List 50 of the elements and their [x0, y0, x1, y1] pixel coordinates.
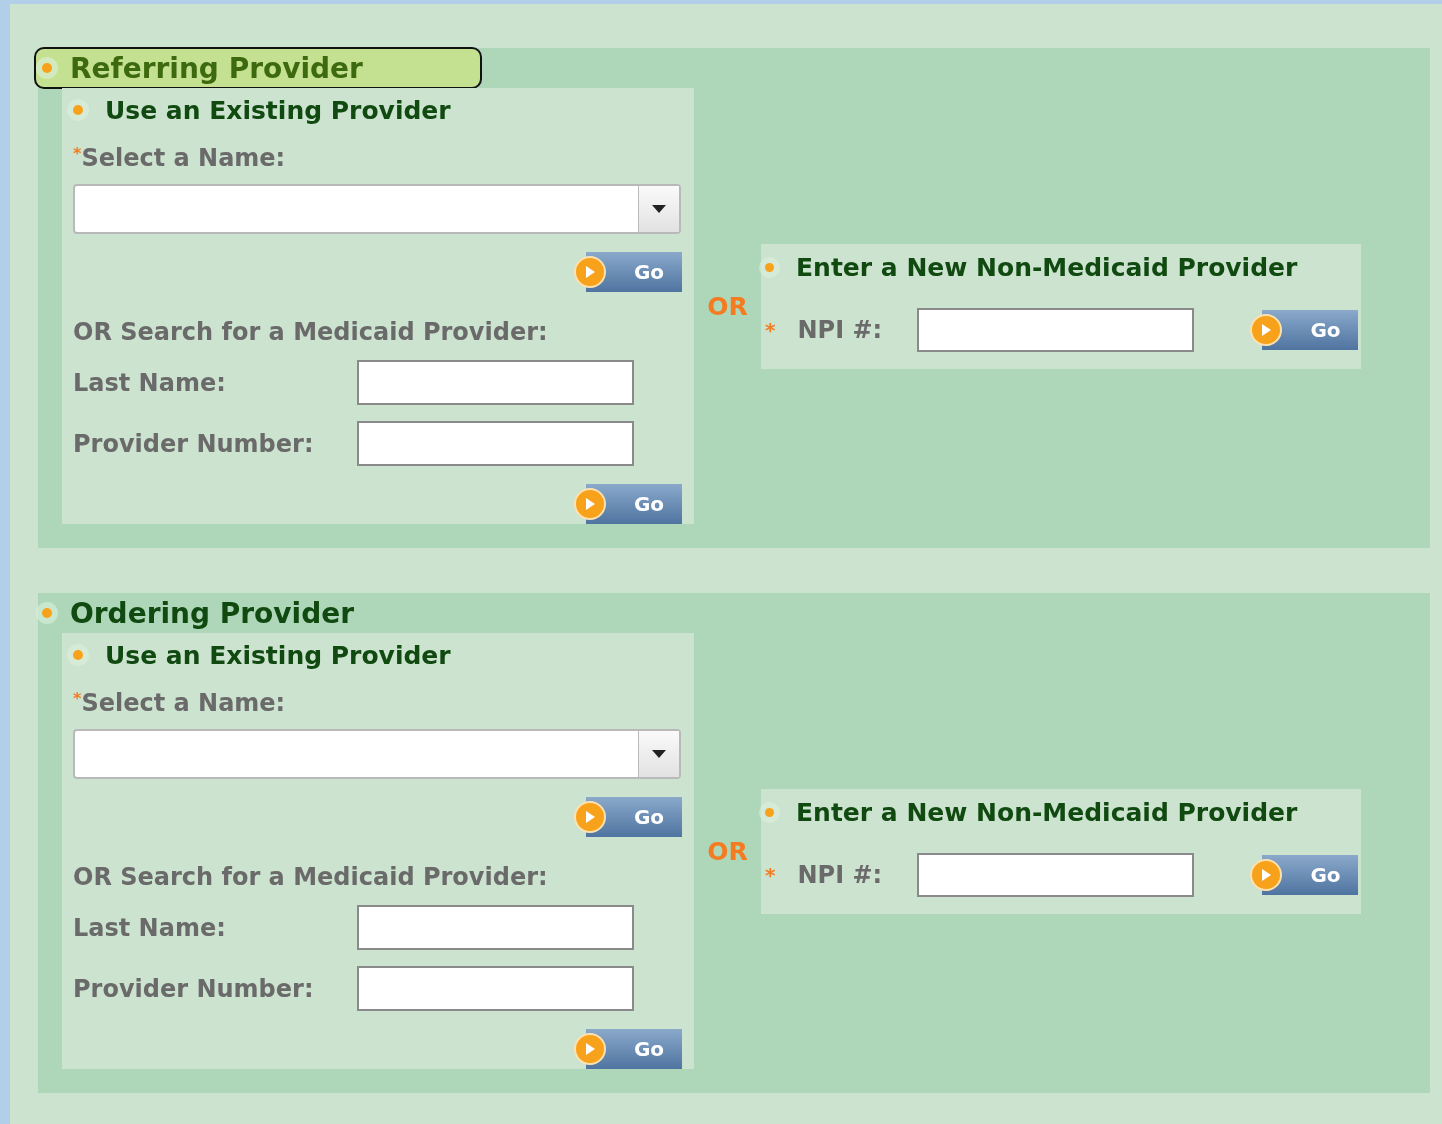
go-button[interactable]: Go	[574, 252, 682, 292]
field-label: NPI #:	[797, 860, 884, 889]
input-field[interactable]	[357, 421, 634, 466]
input-field[interactable]	[357, 905, 634, 950]
play-icon	[1250, 858, 1283, 891]
field-label: Select a Name:	[81, 144, 286, 172]
play-icon	[574, 488, 606, 520]
npi-input-field[interactable]	[917, 307, 1195, 352]
search-label: OR Search for a Medicaid Provider:	[73, 863, 549, 891]
section-heading: Referring Provider	[34, 47, 482, 89]
bullet-icon	[765, 263, 774, 272]
play-icon	[574, 801, 606, 833]
required-mark: *	[73, 144, 82, 163]
field-label: Last Name:	[73, 368, 227, 397]
go-button[interactable]: Go	[574, 484, 682, 524]
bullet-icon	[73, 105, 83, 115]
required-mark: *	[765, 317, 776, 342]
section-heading: Ordering Provider	[34, 592, 482, 634]
bullet-icon	[765, 808, 774, 817]
play-icon	[574, 1033, 606, 1065]
play-icon	[574, 256, 606, 288]
play-icon	[1250, 313, 1283, 346]
field-label: Select a Name:	[81, 689, 286, 717]
go-button[interactable]: Go	[1250, 854, 1359, 895]
input-field[interactable]	[357, 966, 634, 1011]
bullet-icon	[73, 650, 83, 660]
or-separator: OR	[706, 836, 749, 866]
caret-icon	[651, 204, 667, 214]
bullet-icon	[42, 608, 52, 618]
go-button[interactable]: Go	[574, 797, 682, 837]
bullet-icon	[42, 63, 52, 73]
go-button[interactable]: Go	[1250, 309, 1359, 350]
subsection-heading: Enter a New Non-Medicaid Provider	[796, 253, 1298, 282]
subsection-heading: Use an Existing Provider	[105, 640, 451, 670]
npi-input-field[interactable]	[917, 852, 1195, 897]
field-label: Last Name:	[73, 913, 227, 942]
field-label: Provider Number:	[73, 429, 315, 458]
search-label: OR Search for a Medicaid Provider:	[73, 318, 549, 346]
input-field[interactable]	[357, 360, 634, 405]
field-label: NPI #:	[797, 315, 884, 344]
go-button[interactable]: Go	[574, 1029, 682, 1069]
name-dropdown[interactable]	[73, 729, 681, 779]
field-label: Provider Number:	[73, 974, 315, 1003]
caret-icon	[651, 749, 667, 759]
required-mark: *	[73, 689, 82, 708]
subsection-heading: Use an Existing Provider	[105, 95, 451, 125]
name-dropdown[interactable]	[73, 184, 681, 234]
required-mark: *	[765, 862, 776, 887]
or-separator: OR	[706, 291, 749, 321]
subsection-heading: Enter a New Non-Medicaid Provider	[796, 798, 1298, 827]
